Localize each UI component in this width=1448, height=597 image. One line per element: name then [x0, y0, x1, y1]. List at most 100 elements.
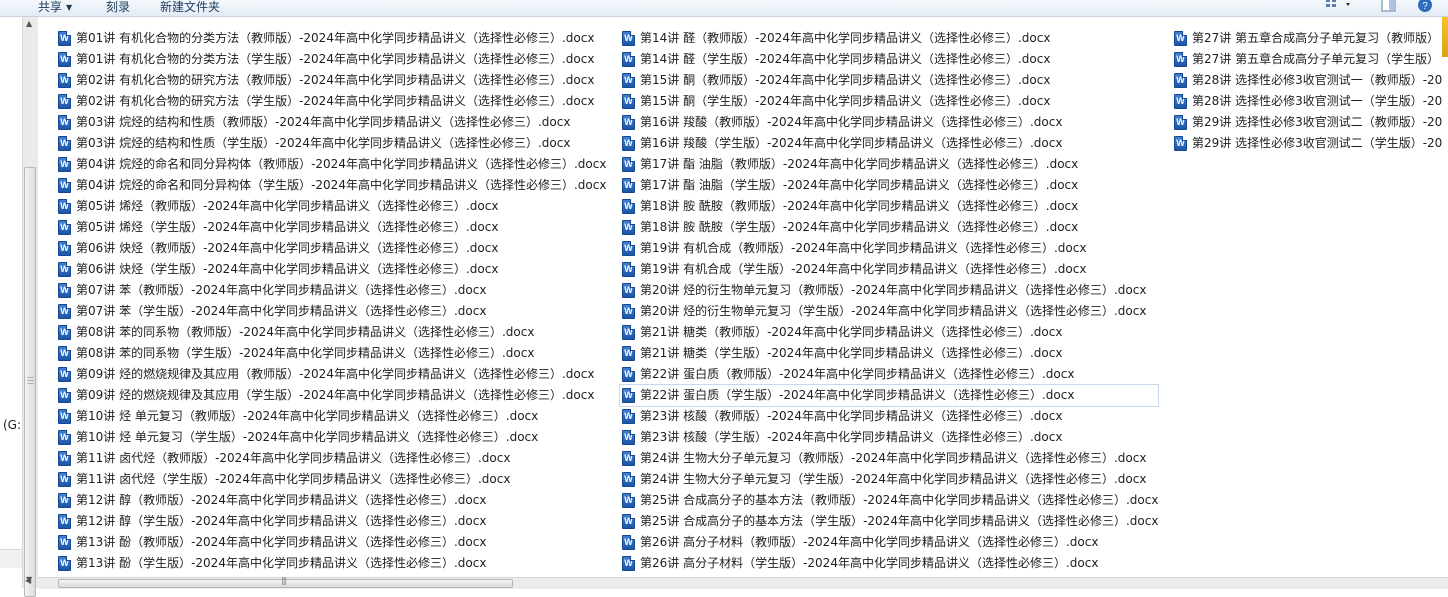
file-name: 第11讲 卤代烃（学生版）-2024年高中化学同步精品讲义（选择性必修三）.do… [76, 472, 511, 486]
file-name: 第08讲 苯的同系物（教师版）-2024年高中化学同步精品讲义（选择性必修三）.… [76, 325, 535, 339]
file-item[interactable]: W 第22讲 蛋白质（教师版）-2024年高中化学同步精品讲义（选择性必修三）.d… [620, 364, 1158, 385]
file-name: 第20讲 烃的衍生物单元复习（教师版）-2024年高中化学同步精品讲义（选择性必… [640, 283, 1147, 297]
horizontal-scroll-thumb[interactable]: ||| [58, 576, 513, 588]
grip-icon: — — — [27, 373, 34, 387]
file-name: 第14讲 醛（学生版）-2024年高中化学同步精品讲义（选择性必修三）.docx [640, 52, 1051, 66]
file-item[interactable]: W 第15讲 酮（学生版）-2024年高中化学同步精品讲义（选择性必修三）.doc… [620, 91, 1158, 112]
file-item[interactable]: W 第13讲 酚（学生版）-2024年高中化学同步精品讲义（选择性必修三）.doc… [56, 553, 606, 574]
file-name: 第03讲 烷烃的结构和性质（学生版）-2024年高中化学同步精品讲义（选择性必修… [76, 136, 571, 150]
view-options-button[interactable] [1324, 0, 1352, 15]
word-document-icon: W [622, 220, 635, 235]
file-item[interactable]: W 第03讲 烷烃的结构和性质（学生版）-2024年高中化学同步精品讲义（选择性必… [56, 133, 606, 154]
word-document-icon: W [58, 94, 71, 109]
file-name: 第05讲 烯烃（教师版）-2024年高中化学同步精品讲义（选择性必修三）.doc… [76, 199, 499, 213]
nav-pane-footer [0, 549, 22, 568]
file-item[interactable]: W 第07讲 苯（学生版）-2024年高中化学同步精品讲义（选择性必修三）.doc… [56, 301, 606, 322]
file-item[interactable]: W 第10讲 烃 单元复习（教师版）-2024年高中化学同步精品讲义（选择性必修三… [56, 406, 606, 427]
file-item[interactable]: W 第04讲 烷烃的命名和同分异构体（教师版）-2024年高中化学同步精品讲义（选… [56, 154, 606, 175]
file-item[interactable]: W 第28讲 选择性必修3收官测试一（学生版）-20 [1172, 91, 1442, 112]
file-item[interactable]: W 第11讲 卤代烃（教师版）-2024年高中化学同步精品讲义（选择性必修三）.d… [56, 448, 606, 469]
file-item[interactable]: W 第26讲 高分子材料（教师版）-2024年高中化学同步精品讲义（选择性必修三）… [620, 532, 1158, 553]
word-document-icon: W [58, 472, 71, 487]
help-button[interactable]: ? [1416, 0, 1434, 15]
file-item[interactable]: W 第26讲 高分子材料（学生版）-2024年高中化学同步精品讲义（选择性必修三）… [620, 553, 1158, 574]
scroll-left-arrow-icon[interactable]: ◀ [25, 576, 31, 585]
file-item[interactable]: W 第11讲 卤代烃（学生版）-2024年高中化学同步精品讲义（选择性必修三）.d… [56, 469, 606, 490]
word-document-icon: W [622, 472, 635, 487]
burn-button[interactable]: 刻录 [106, 0, 130, 16]
word-document-icon: W [1174, 136, 1187, 151]
word-document-icon: W [622, 73, 635, 88]
file-item[interactable]: W 第18讲 胺 酰胺（教师版）-2024年高中化学同步精品讲义（选择性必修三）.… [620, 196, 1158, 217]
file-item[interactable]: W 第04讲 烷烃的命名和同分异构体（学生版）-2024年高中化学同步精品讲义（选… [56, 175, 606, 196]
file-item[interactable]: W 第16讲 羧酸（教师版）-2024年高中化学同步精品讲义（选择性必修三）.do… [620, 112, 1158, 133]
file-item[interactable]: W 第29讲 选择性必修3收官测试二（学生版）-20 [1172, 133, 1442, 154]
new-folder-button[interactable]: 新建文件夹 [160, 0, 220, 16]
file-item[interactable]: W 第27讲 第五章合成高分子单元复习（教师版） [1172, 28, 1442, 49]
file-item[interactable]: W 第25讲 合成高分子的基本方法（教师版）-2024年高中化学同步精品讲义（选择… [620, 490, 1158, 511]
file-item[interactable]: W 第25讲 合成高分子的基本方法（学生版）-2024年高中化学同步精品讲义（选择… [620, 511, 1158, 532]
share-menu-button[interactable]: 共享 ▼ [38, 0, 72, 16]
drive-label[interactable]: (G: [3, 418, 21, 432]
file-item[interactable]: W 第21讲 糖类（学生版）-2024年高中化学同步精品讲义（选择性必修三）.do… [620, 343, 1158, 364]
word-document-icon: W [58, 493, 71, 508]
file-item[interactable]: W 第01讲 有机化合物的分类方法（教师版）-2024年高中化学同步精品讲义（选择… [56, 28, 606, 49]
file-item[interactable]: W 第27讲 第五章合成高分子单元复习（学生版） [1172, 49, 1442, 70]
file-item[interactable]: W 第02讲 有机化合物的研究方法（教师版）-2024年高中化学同步精品讲义（选择… [56, 70, 606, 91]
file-item[interactable]: W 第23讲 核酸（学生版）-2024年高中化学同步精品讲义（选择性必修三）.do… [620, 427, 1158, 448]
word-document-icon: W [622, 325, 635, 340]
file-item[interactable]: W 第02讲 有机化合物的研究方法（学生版）-2024年高中化学同步精品讲义（选择… [56, 91, 606, 112]
file-name: 第21讲 糖类（学生版）-2024年高中化学同步精品讲义（选择性必修三）.doc… [640, 346, 1063, 360]
file-item[interactable]: W 第29讲 选择性必修3收官测试二（教师版）-20 [1172, 112, 1442, 133]
word-document-icon: W [58, 157, 71, 172]
file-item[interactable]: W 第05讲 烯烃（教师版）-2024年高中化学同步精品讲义（选择性必修三）.do… [56, 196, 606, 217]
nav-scroll-thumb[interactable]: — — — [24, 167, 36, 597]
file-name: 第19讲 有机合成（学生版）-2024年高中化学同步精品讲义（选择性必修三）.d… [640, 262, 1087, 276]
file-item[interactable]: W 第07讲 苯（教师版）-2024年高中化学同步精品讲义（选择性必修三）.doc… [56, 280, 606, 301]
file-item[interactable]: W 第19讲 有机合成（教师版）-2024年高中化学同步精品讲义（选择性必修三）.… [620, 238, 1158, 259]
file-item[interactable]: W 第14讲 醛（学生版）-2024年高中化学同步精品讲义（选择性必修三）.doc… [620, 49, 1158, 70]
file-item[interactable]: W 第12讲 醇（教师版）-2024年高中化学同步精品讲义（选择性必修三）.doc… [56, 490, 606, 511]
file-item[interactable]: W 第13讲 酚（教师版）-2024年高中化学同步精品讲义（选择性必修三）.doc… [56, 532, 606, 553]
file-item[interactable]: W 第14讲 醛（教师版）-2024年高中化学同步精品讲义（选择性必修三）.doc… [620, 28, 1158, 49]
file-item[interactable]: W 第24讲 生物大分子单元复习（学生版）-2024年高中化学同步精品讲义（选择性… [620, 469, 1158, 490]
word-document-icon: W [622, 115, 635, 130]
file-item[interactable]: W 第21讲 糖类（教师版）-2024年高中化学同步精品讲义（选择性必修三）.do… [620, 322, 1158, 343]
file-item[interactable]: W 第19讲 有机合成（学生版）-2024年高中化学同步精品讲义（选择性必修三）.… [620, 259, 1158, 280]
file-item[interactable]: W 第06讲 炔烃（学生版）-2024年高中化学同步精品讲义（选择性必修三）.do… [56, 259, 606, 280]
file-item[interactable]: W 第18讲 胺 酰胺（学生版）-2024年高中化学同步精品讲义（选择性必修三）.… [620, 217, 1158, 238]
file-item[interactable]: W 第20讲 烃的衍生物单元复习（教师版）-2024年高中化学同步精品讲义（选择性… [620, 280, 1158, 301]
file-item[interactable]: W 第23讲 核酸（教师版）-2024年高中化学同步精品讲义（选择性必修三）.do… [620, 406, 1158, 427]
file-name: 第17讲 酯 油脂（教师版）-2024年高中化学同步精品讲义（选择性必修三）.d… [640, 157, 1079, 171]
preview-pane-button[interactable] [1380, 0, 1398, 15]
navigation-pane[interactable]: (G: [0, 17, 22, 588]
file-item[interactable]: W 第17讲 酯 油脂（教师版）-2024年高中化学同步精品讲义（选择性必修三）.… [620, 154, 1158, 175]
file-item[interactable]: W 第08讲 苯的同系物（教师版）-2024年高中化学同步精品讲义（选择性必修三）… [56, 322, 606, 343]
word-document-icon: W [622, 514, 635, 529]
file-item[interactable]: W 第17讲 酯 油脂（学生版）-2024年高中化学同步精品讲义（选择性必修三）.… [620, 175, 1158, 196]
file-item[interactable]: W 第05讲 烯烃（学生版）-2024年高中化学同步精品讲义（选择性必修三）.do… [56, 217, 606, 238]
file-item[interactable]: W 第10讲 烃 单元复习（学生版）-2024年高中化学同步精品讲义（选择性必修三… [56, 427, 606, 448]
file-item[interactable]: W 第22讲 蛋白质（学生版）-2024年高中化学同步精品讲义（选择性必修三）.d… [618, 384, 1160, 407]
file-list-horizontal-scrollbar[interactable]: ◀ ||| [25, 576, 1448, 589]
word-document-icon: W [58, 388, 71, 403]
file-item[interactable]: W 第24讲 生物大分子单元复习（教师版）-2024年高中化学同步精品讲义（选择性… [620, 448, 1158, 469]
file-item[interactable]: W 第08讲 苯的同系物（学生版）-2024年高中化学同步精品讲义（选择性必修三）… [56, 343, 606, 364]
file-item[interactable]: W 第15讲 酮（教师版）-2024年高中化学同步精品讲义（选择性必修三）.doc… [620, 70, 1158, 91]
nav-vertical-scrollbar[interactable]: ▲ — — — ▼ [22, 17, 39, 597]
file-item[interactable]: W 第09讲 烃的燃烧规律及其应用（学生版）-2024年高中化学同步精品讲义（选择… [56, 385, 606, 406]
file-item[interactable]: W 第06讲 炔烃（教师版）-2024年高中化学同步精品讲义（选择性必修三）.do… [56, 238, 606, 259]
file-item[interactable]: W 第01讲 有机化合物的分类方法（学生版）-2024年高中化学同步精品讲义（选择… [56, 49, 606, 70]
file-item[interactable]: W 第09讲 烃的燃烧规律及其应用（教师版）-2024年高中化学同步精品讲义（选择… [56, 364, 606, 385]
scroll-up-arrow-icon[interactable]: ▲ [26, 19, 32, 28]
file-item[interactable]: W 第20讲 烃的衍生物单元复习（学生版）-2024年高中化学同步精品讲义（选择性… [620, 301, 1158, 322]
file-name: 第07讲 苯（教师版）-2024年高中化学同步精品讲义（选择性必修三）.docx [76, 283, 487, 297]
file-item[interactable]: W 第16讲 羧酸（学生版）-2024年高中化学同步精品讲义（选择性必修三）.do… [620, 133, 1158, 154]
file-item[interactable]: W 第03讲 烷烃的结构和性质（教师版）-2024年高中化学同步精品讲义（选择性必… [56, 112, 606, 133]
help-icon: ? [1418, 0, 1432, 12]
word-document-icon: W [622, 367, 635, 382]
file-item[interactable]: W 第12讲 醇（学生版）-2024年高中化学同步精品讲义（选择性必修三）.doc… [56, 511, 606, 532]
file-list[interactable]: W 第01讲 有机化合物的分类方法（教师版）-2024年高中化学同步精品讲义（选择… [38, 17, 1448, 577]
word-document-icon: W [58, 73, 71, 88]
file-item[interactable]: W 第28讲 选择性必修3收官测试一（教师版）-20 [1172, 70, 1442, 91]
